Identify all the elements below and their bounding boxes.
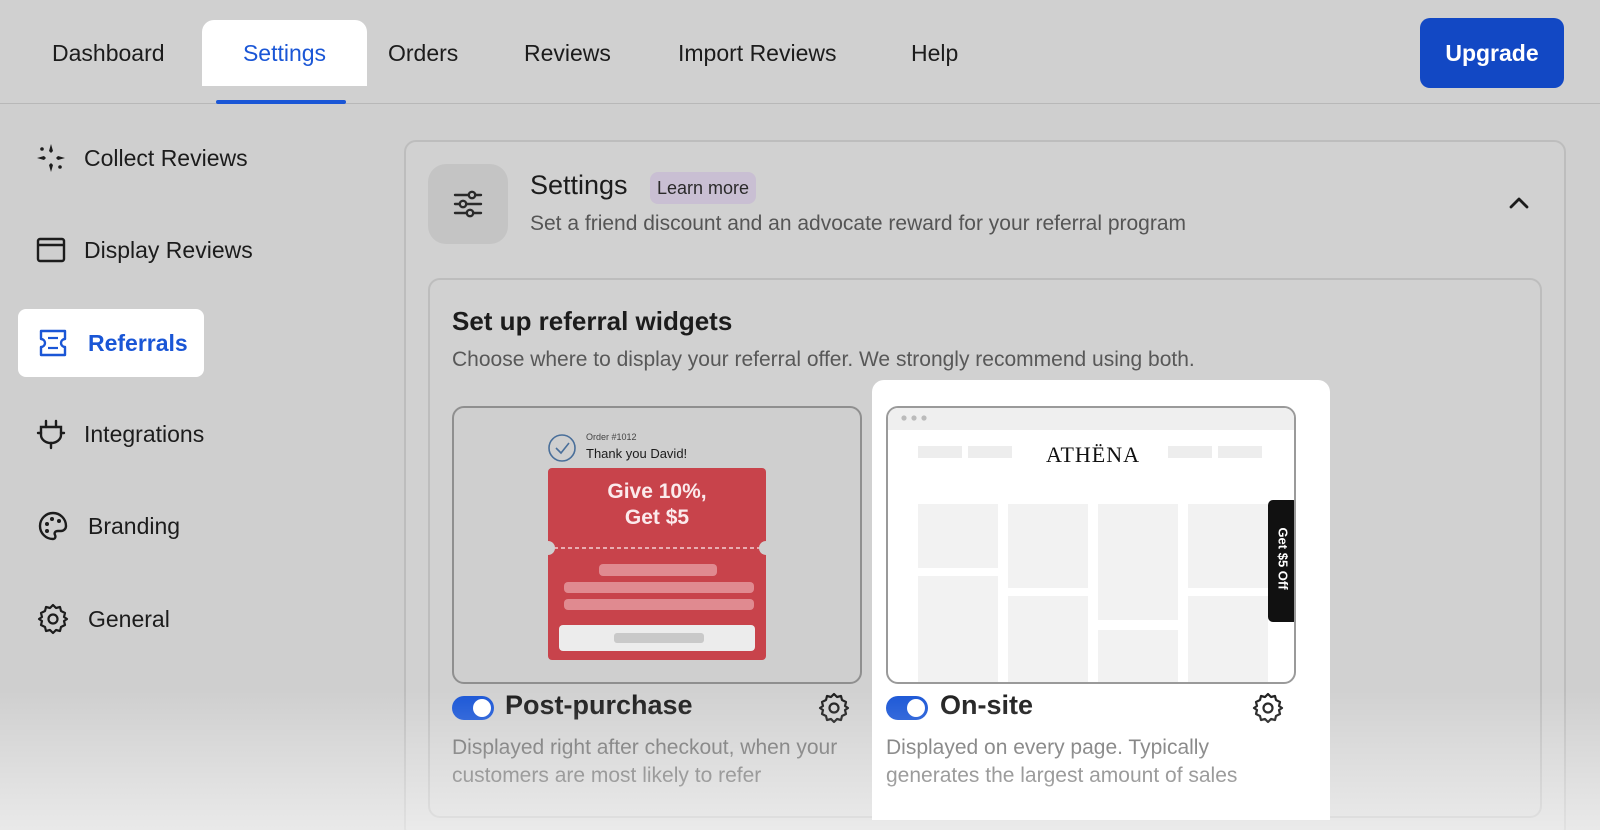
- sidebar-item-label: Display Reviews: [84, 236, 253, 263]
- thank-you-text: Thank you David!: [586, 446, 688, 461]
- sidebar-item-general[interactable]: General: [18, 585, 204, 653]
- top-navigation: Dashboard Settings Orders Reviews Import…: [0, 0, 1600, 104]
- referral-settings-card: Settings Learn more Set a friend discoun…: [404, 140, 1566, 830]
- gear-icon: [35, 601, 71, 637]
- sparkle-icon: [35, 140, 67, 176]
- offer-line-1: Give 10%,: [607, 480, 707, 503]
- tab-dashboard[interactable]: Dashboard: [32, 20, 185, 86]
- on-site-description: Displayed on every page. Typically gener…: [886, 736, 1238, 787]
- browser-window-icon: [35, 232, 67, 268]
- learn-more-link[interactable]: Learn more: [650, 172, 757, 204]
- sidebar-item-display-reviews[interactable]: Display Reviews: [18, 216, 253, 284]
- chevron-up-icon[interactable]: [1506, 190, 1532, 216]
- sliders-icon: [428, 164, 508, 244]
- tab-reviews[interactable]: Reviews: [504, 20, 631, 86]
- palette-icon: [35, 508, 71, 544]
- sidebar-item-branding[interactable]: Branding: [18, 492, 204, 560]
- sidebar-item-collect-reviews[interactable]: Collect Reviews: [18, 124, 248, 192]
- tab-help[interactable]: Help: [891, 20, 978, 86]
- gear-icon[interactable]: [818, 692, 850, 724]
- sidebar-item-integrations[interactable]: Integrations: [18, 400, 204, 468]
- offer-line-2: Get $5: [624, 506, 690, 529]
- order-number-label: Order #1012: [586, 432, 637, 442]
- get-offer-side-tab: Get $5 Off: [1275, 527, 1291, 590]
- referral-widgets-panel: Set up referral widgets Choose where to …: [428, 278, 1542, 820]
- post-purchase-title: Post-purchase: [505, 690, 693, 720]
- sidebar-item-label: Collect Reviews: [84, 144, 248, 171]
- on-site-preview[interactable]: ATHËNA Get $5 Off: [886, 406, 1296, 684]
- sidebar-item-label: Referrals: [88, 329, 188, 356]
- sidebar-item-label: Branding: [88, 512, 181, 539]
- widgets-section-title: Set up referral widgets: [452, 306, 733, 336]
- settings-subtitle: Set a friend discount and an advocate re…: [530, 212, 1187, 235]
- sidebar-item-label: Integrations: [84, 420, 205, 447]
- on-site-toggle[interactable]: [886, 696, 928, 720]
- active-tab-indicator: [216, 100, 346, 104]
- sidebar-item-label: General: [88, 605, 170, 632]
- tab-import-reviews[interactable]: Import Reviews: [658, 20, 856, 86]
- post-purchase-toggle[interactable]: [452, 696, 494, 720]
- plug-icon: [35, 416, 67, 452]
- store-brand-logo: ATHËNA: [1046, 442, 1140, 467]
- post-purchase-description: Displayed right after checkout, when you…: [452, 736, 838, 787]
- post-purchase-preview[interactable]: Order #1012 Thank you David! Give 10%, G…: [452, 406, 862, 684]
- sidebar-item-referrals[interactable]: Referrals: [18, 309, 204, 377]
- widgets-section-subtitle: Choose where to display your referral of…: [452, 348, 1195, 371]
- upgrade-button[interactable]: Upgrade: [1420, 18, 1564, 88]
- tab-orders[interactable]: Orders: [368, 20, 478, 86]
- settings-title: Settings: [530, 170, 628, 200]
- tab-settings[interactable]: Settings: [202, 20, 367, 86]
- ticket-icon: [35, 325, 71, 361]
- gear-icon[interactable]: [1252, 692, 1284, 724]
- on-site-title: On-site: [940, 690, 1034, 720]
